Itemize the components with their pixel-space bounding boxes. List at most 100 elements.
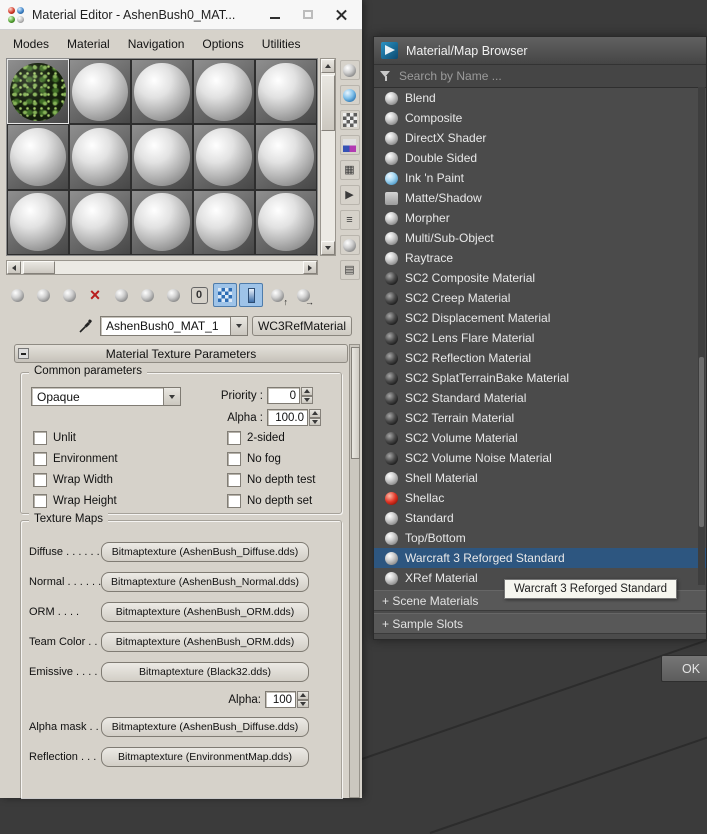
show-shaded-material-in-viewport-button[interactable] bbox=[213, 283, 237, 307]
video-color-check-icon[interactable]: ▦ bbox=[339, 160, 360, 180]
params-scrollbar[interactable] bbox=[349, 344, 360, 798]
scroll-track[interactable] bbox=[21, 261, 303, 274]
material-map-navigator-icon[interactable]: ▤ bbox=[339, 260, 360, 280]
dropdown-arrow-icon[interactable] bbox=[230, 317, 247, 335]
sample-slot[interactable] bbox=[255, 189, 317, 255]
assign-material-to-selection-button[interactable] bbox=[57, 283, 81, 307]
texture-map-button[interactable]: Bitmaptexture (AshenBush_ORM.dds) bbox=[101, 632, 309, 652]
material-item-multi-sub-object[interactable]: Multi/Sub-Object bbox=[374, 228, 706, 248]
material-item-sc2-composite-material[interactable]: SC2 Composite Material bbox=[374, 268, 706, 288]
material-item-raytrace[interactable]: Raytrace bbox=[374, 248, 706, 268]
alpha-spinner-value[interactable]: 100.0 bbox=[267, 409, 308, 426]
sample-slot[interactable] bbox=[255, 59, 317, 125]
material-item-sc2-standard-material[interactable]: SC2 Standard Material bbox=[374, 388, 706, 408]
checkbox-unlit[interactable]: Unlit bbox=[33, 431, 118, 445]
material-item-directx-shader[interactable]: DirectX Shader bbox=[374, 128, 706, 148]
material-item-blend[interactable]: Blend bbox=[374, 88, 706, 108]
make-preview-icon[interactable]: ▶ bbox=[339, 185, 360, 205]
pick-material-button[interactable] bbox=[76, 316, 96, 336]
sample-slot[interactable] bbox=[69, 124, 131, 190]
go-forward-to-sibling-button[interactable]: → bbox=[291, 283, 315, 307]
alpha-spinner-up-button[interactable] bbox=[309, 409, 321, 418]
material-item-sc2-volume-noise-material[interactable]: SC2 Volume Noise Material bbox=[374, 448, 706, 468]
group-sample-slots[interactable]: + Sample Slots bbox=[374, 613, 706, 634]
scroll-up-button[interactable] bbox=[321, 59, 335, 73]
checkbox-box[interactable] bbox=[227, 473, 241, 487]
checkbox-box[interactable] bbox=[33, 494, 47, 508]
sample-type-icon[interactable] bbox=[339, 60, 360, 80]
menu-item-modes[interactable]: Modes bbox=[4, 34, 58, 54]
texture-map-button[interactable]: Bitmaptexture (AshenBush_Diffuse.dds) bbox=[101, 542, 309, 562]
sample-slot[interactable] bbox=[255, 124, 317, 190]
checkbox-box[interactable] bbox=[33, 473, 47, 487]
material-item-morpher[interactable]: Morpher bbox=[374, 208, 706, 228]
checkbox-box[interactable] bbox=[33, 452, 47, 466]
options-icon[interactable]: ≡ bbox=[339, 210, 360, 230]
texture-map-button[interactable]: Bitmaptexture (Black32.dds) bbox=[101, 662, 309, 682]
material-item-sc2-displacement-material[interactable]: SC2 Displacement Material bbox=[374, 308, 706, 328]
scroll-thumb[interactable] bbox=[321, 75, 335, 131]
close-button[interactable] bbox=[332, 6, 350, 24]
sample-slot[interactable] bbox=[131, 124, 193, 190]
sample-slot[interactable] bbox=[69, 59, 131, 125]
scroll-track[interactable] bbox=[321, 73, 335, 241]
material-item-shellac[interactable]: Shellac bbox=[374, 488, 706, 508]
material-item-warcraft-3-reforged-standard[interactable]: Warcraft 3 Reforged Standard bbox=[374, 548, 706, 568]
material-item-sc2-reflection-material[interactable]: SC2 Reflection Material bbox=[374, 348, 706, 368]
minimize-button[interactable] bbox=[266, 6, 284, 24]
checkbox-environment[interactable]: Environment bbox=[33, 452, 118, 466]
material-item-sc2-splatterrainbake-material[interactable]: SC2 SplatTerrainBake Material bbox=[374, 368, 706, 388]
sample-slot[interactable] bbox=[193, 189, 255, 255]
get-material-button[interactable] bbox=[5, 283, 29, 307]
checkbox-box[interactable] bbox=[33, 431, 47, 445]
sample-slot[interactable] bbox=[131, 189, 193, 255]
texture-map-button[interactable]: Bitmaptexture (EnvironmentMap.dds) bbox=[101, 747, 309, 767]
checkbox-no-fog[interactable]: No fog bbox=[227, 452, 315, 466]
collapse-icon[interactable] bbox=[18, 348, 29, 359]
texture-map-button[interactable]: Bitmaptexture (AshenBush_Normal.dds) bbox=[101, 572, 309, 592]
material-item-ink-n-paint[interactable]: Ink 'n Paint bbox=[374, 168, 706, 188]
dropdown-arrow-icon[interactable] bbox=[163, 388, 180, 405]
list-scrollbar[interactable] bbox=[698, 87, 705, 585]
go-to-parent-button[interactable]: ↑ bbox=[265, 283, 289, 307]
texture-map-button[interactable]: Bitmaptexture (AshenBush_Diffuse.dds) bbox=[101, 717, 309, 737]
material-item-sc2-creep-material[interactable]: SC2 Creep Material bbox=[374, 288, 706, 308]
checkbox-wrap-width[interactable]: Wrap Width bbox=[33, 473, 118, 487]
background-icon[interactable] bbox=[339, 110, 360, 130]
material-item-sc2-lens-flare-material[interactable]: SC2 Lens Flare Material bbox=[374, 328, 706, 348]
sample-uv-tiling-icon[interactable] bbox=[339, 135, 360, 155]
material-item-standard[interactable]: Standard bbox=[374, 508, 706, 528]
priority-spinner-up-button[interactable] bbox=[301, 387, 313, 396]
maximize-button[interactable] bbox=[299, 6, 317, 24]
material-item-top-bottom[interactable]: Top/Bottom bbox=[374, 528, 706, 548]
show-end-result-button[interactable] bbox=[239, 283, 263, 307]
make-material-copy-button[interactable] bbox=[109, 283, 133, 307]
scroll-down-button[interactable] bbox=[321, 241, 335, 255]
texture-alpha-spinner-value[interactable]: 100 bbox=[265, 691, 296, 708]
select-by-material-icon[interactable] bbox=[339, 235, 360, 255]
menu-item-navigation[interactable]: Navigation bbox=[119, 34, 194, 54]
scroll-thumb[interactable] bbox=[351, 347, 360, 459]
material-item-matte-shadow[interactable]: Matte/Shadow bbox=[374, 188, 706, 208]
titlebar[interactable]: Material Editor - AshenBush0_MAT... bbox=[0, 0, 362, 30]
scroll-left-button[interactable] bbox=[7, 261, 21, 274]
sample-slot[interactable] bbox=[7, 189, 69, 255]
sample-slot[interactable] bbox=[131, 59, 193, 125]
browser-titlebar[interactable]: Material/Map Browser bbox=[374, 37, 706, 65]
sample-slot[interactable] bbox=[69, 189, 131, 255]
material-type-button[interactable]: WC3RefMaterial bbox=[252, 316, 352, 336]
put-material-to-scene-button[interactable] bbox=[31, 283, 55, 307]
checkbox-box[interactable] bbox=[227, 431, 241, 445]
filter-icon[interactable] bbox=[380, 70, 391, 82]
blend-mode-dropdown[interactable]: Opaque bbox=[31, 387, 181, 406]
sample-slot[interactable] bbox=[193, 59, 255, 125]
texture-map-button[interactable]: Bitmaptexture (AshenBush_ORM.dds) bbox=[101, 602, 309, 622]
search-input[interactable] bbox=[397, 68, 706, 84]
checkbox-box[interactable] bbox=[227, 452, 241, 466]
slots-vertical-scrollbar[interactable] bbox=[320, 58, 336, 256]
material-name-dropdown[interactable]: AshenBush0_MAT_1 bbox=[100, 316, 248, 336]
texture-alpha-spinner-up-button[interactable] bbox=[297, 691, 309, 700]
checkbox-box[interactable] bbox=[227, 494, 241, 508]
scroll-thumb[interactable] bbox=[699, 357, 704, 527]
texture-alpha-spinner-down-button[interactable] bbox=[297, 699, 309, 708]
